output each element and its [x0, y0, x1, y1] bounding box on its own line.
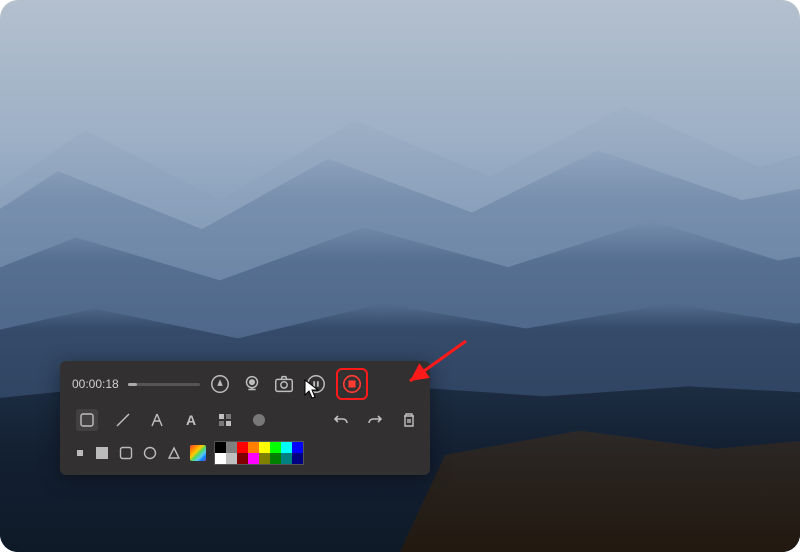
tool-arrow[interactable] [148, 411, 166, 429]
trash-button[interactable] [400, 411, 418, 429]
rectangle-icon [79, 412, 95, 428]
stop-button[interactable] [340, 372, 364, 396]
webcam-button[interactable] [240, 372, 264, 396]
toolbar-row-tools: A [72, 405, 418, 435]
color-swatch-6[interactable] [281, 442, 292, 453]
toolbar-row-controls: 00:00:18 [72, 369, 418, 399]
color-swatch-9[interactable] [226, 453, 237, 464]
circle-icon [143, 446, 157, 460]
color-swatch-7[interactable] [292, 442, 303, 453]
tool-rectangle[interactable] [76, 409, 98, 431]
arrow-tool-icon [149, 412, 165, 428]
tool-blur[interactable] [216, 411, 234, 429]
shape-outlined-square[interactable] [118, 445, 134, 461]
mic-icon [209, 373, 231, 395]
stop-icon [341, 373, 363, 395]
undo-button[interactable] [332, 411, 350, 429]
screenshot-icon [273, 373, 295, 395]
color-swatch-10[interactable] [237, 453, 248, 464]
redo-button[interactable] [366, 411, 384, 429]
tool-line[interactable] [114, 411, 132, 429]
handle-icon [74, 446, 86, 460]
color-swatch-1[interactable] [226, 442, 237, 453]
undo-icon [333, 412, 349, 428]
blur-icon [217, 412, 233, 428]
outlined-square-icon [119, 446, 133, 460]
color-swatch-12[interactable] [259, 453, 270, 464]
color-swatch-13[interactable] [270, 453, 281, 464]
shape-filled-square[interactable] [94, 445, 110, 461]
tool-text[interactable]: A [182, 411, 200, 429]
brush-icon [251, 412, 267, 428]
color-swatches [214, 441, 304, 465]
tool-brush[interactable] [250, 411, 268, 429]
color-swatch-0[interactable] [215, 442, 226, 453]
line-icon [115, 412, 131, 428]
mic-button[interactable] [208, 372, 232, 396]
color-swatch-14[interactable] [281, 453, 292, 464]
pause-button[interactable] [304, 372, 328, 396]
redo-icon [367, 412, 383, 428]
color-swatch-11[interactable] [248, 453, 259, 464]
color-swatch-8[interactable] [215, 453, 226, 464]
screenshot-button[interactable] [272, 372, 296, 396]
color-swatch-3[interactable] [248, 442, 259, 453]
triangle-icon [167, 446, 181, 460]
color-swatch-15[interactable] [292, 453, 303, 464]
toolbar-row-shapes [72, 441, 418, 465]
recording-timer: 00:00:18 [72, 377, 120, 391]
recording-toolbar[interactable]: 00:00:18 [60, 361, 430, 475]
shape-triangle[interactable] [166, 445, 182, 461]
stop-button-highlight [336, 368, 368, 400]
pause-icon [305, 373, 327, 395]
shape-circle[interactable] [142, 445, 158, 461]
filled-square-icon [95, 446, 109, 460]
color-swatch-2[interactable] [237, 442, 248, 453]
color-picker-button[interactable] [190, 445, 206, 461]
webcam-icon [241, 373, 263, 395]
progress-bar[interactable] [128, 383, 200, 386]
color-swatch-4[interactable] [259, 442, 270, 453]
trash-icon [401, 412, 417, 428]
color-swatch-5[interactable] [270, 442, 281, 453]
shape-handle[interactable] [74, 447, 86, 459]
